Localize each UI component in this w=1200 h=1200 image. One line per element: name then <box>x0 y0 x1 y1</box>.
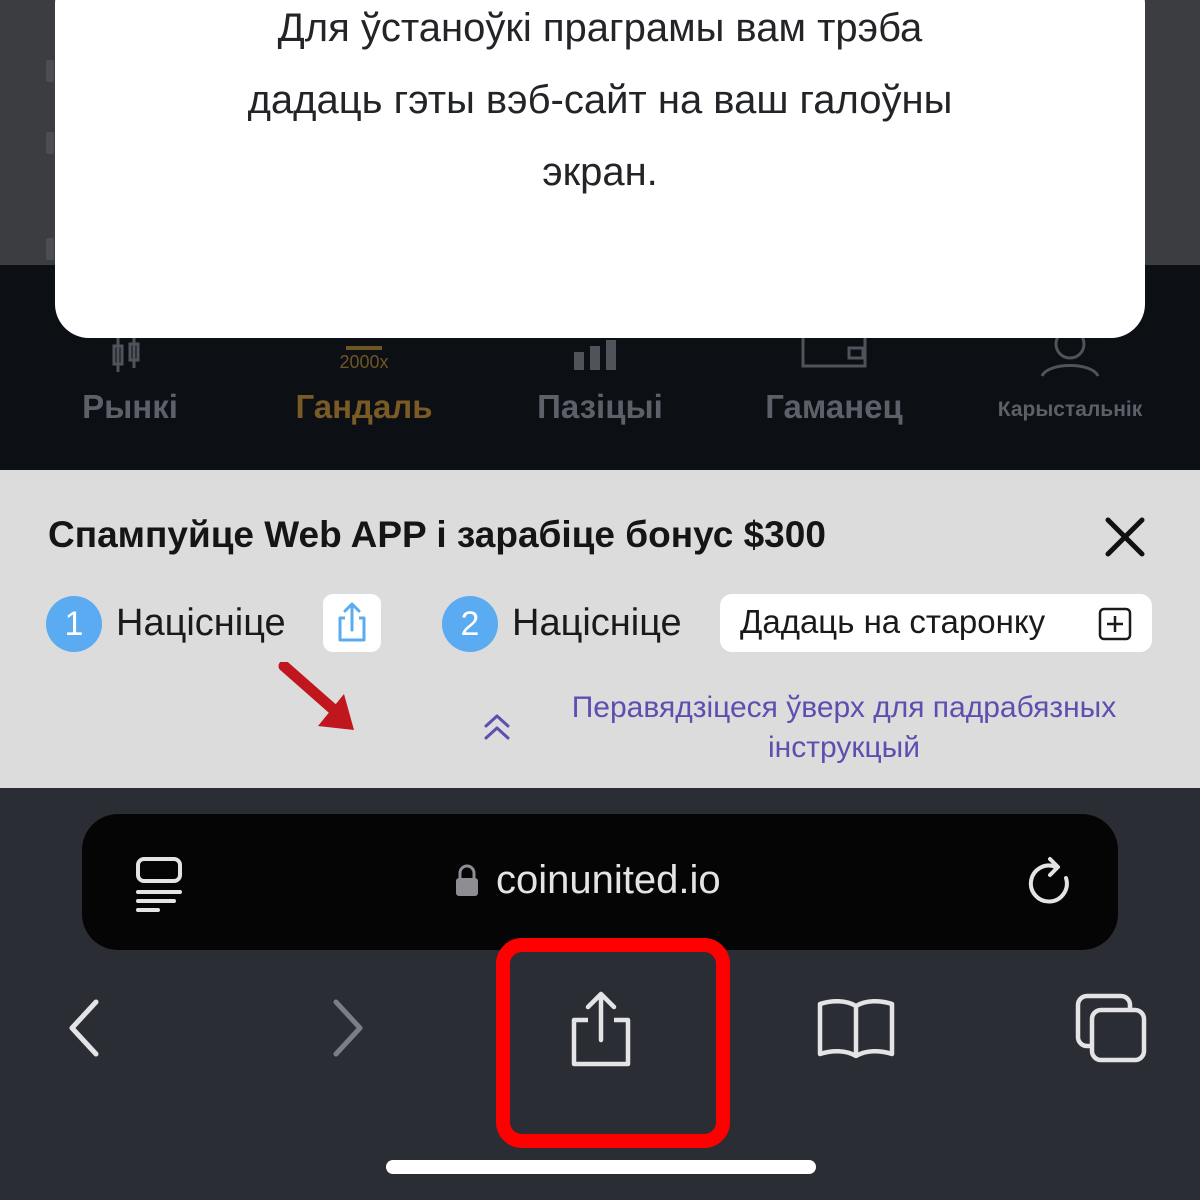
add-square-icon <box>1098 607 1132 641</box>
bar-chart-icon <box>574 340 616 370</box>
step-2-number: 2 <box>442 596 498 652</box>
trade-icon <box>346 346 382 350</box>
candlestick-icon <box>112 338 140 372</box>
banner-title: Спампуйце Web APP і зарабіце бонус $300 <box>48 514 826 555</box>
close-button[interactable] <box>1100 512 1150 562</box>
user-icon <box>1040 338 1100 377</box>
ghost-text-fragment <box>46 60 54 82</box>
reader-mode-icon[interactable] <box>134 856 184 912</box>
share-highlight-box <box>496 938 730 1148</box>
tab-markets[interactable]: Рынкі <box>20 338 240 470</box>
home-indicator[interactable] <box>386 1160 816 1174</box>
app-tab-bar: Рынкі 2000x Гандаль Пазіцыі Гаманец Кары… <box>0 338 1200 470</box>
tab-label: Карыстальнік <box>997 398 1143 421</box>
back-icon[interactable] <box>60 996 110 1060</box>
add-to-home-hint: Дадаць на старонку <box>720 594 1152 652</box>
lock-icon <box>456 864 478 896</box>
leverage-badge: 2000x <box>339 352 389 372</box>
close-icon <box>1105 517 1145 557</box>
swipe-up-hint[interactable]: Перавядзіцеся ўверх для падрабязных інст… <box>530 688 1158 768</box>
ghost-text-fragment <box>46 238 54 260</box>
browser-chrome: coinunited.io <box>0 788 1200 1200</box>
tab-wallet[interactable]: Гаманец <box>724 338 944 470</box>
share-icon <box>338 602 366 642</box>
tab-label: Гаманец <box>765 388 903 425</box>
url-text: coinunited.io <box>496 858 721 902</box>
pointer-arrow-icon <box>278 662 354 730</box>
tab-positions[interactable]: Пазіцыі <box>490 338 710 470</box>
forward-icon[interactable] <box>322 996 372 1060</box>
step-1-number: 1 <box>46 596 102 652</box>
address-bar[interactable]: coinunited.io <box>82 814 1118 950</box>
modal-message: Для ўстаноўкі праграмы вам трэба дадаць … <box>247 6 953 194</box>
tab-label: Гандаль <box>295 388 433 425</box>
tab-label: Рынкі <box>82 388 178 425</box>
tabs-icon[interactable] <box>1074 992 1150 1064</box>
bookmarks-icon[interactable] <box>814 996 898 1060</box>
tab-trade[interactable]: 2000x Гандаль <box>254 338 474 470</box>
add-to-home-label: Дадаць на старонку <box>740 603 1046 640</box>
install-banner: Спампуйце Web APP і зарабіце бонус $300 … <box>0 470 1200 788</box>
reload-icon[interactable] <box>1026 856 1078 912</box>
tab-user[interactable]: Карыстальнік <box>960 338 1180 470</box>
ghost-text-fragment <box>46 132 54 154</box>
chevrons-up-icon <box>484 714 510 740</box>
share-hint-button <box>323 594 381 652</box>
step-2-label: Націсніце <box>512 602 682 644</box>
wallet-icon <box>801 338 867 368</box>
install-modal: Для ўстаноўкі праграмы вам трэба дадаць … <box>55 0 1145 338</box>
step-1-label: Націсніце <box>116 602 286 644</box>
tab-label: Пазіцыі <box>537 388 663 425</box>
